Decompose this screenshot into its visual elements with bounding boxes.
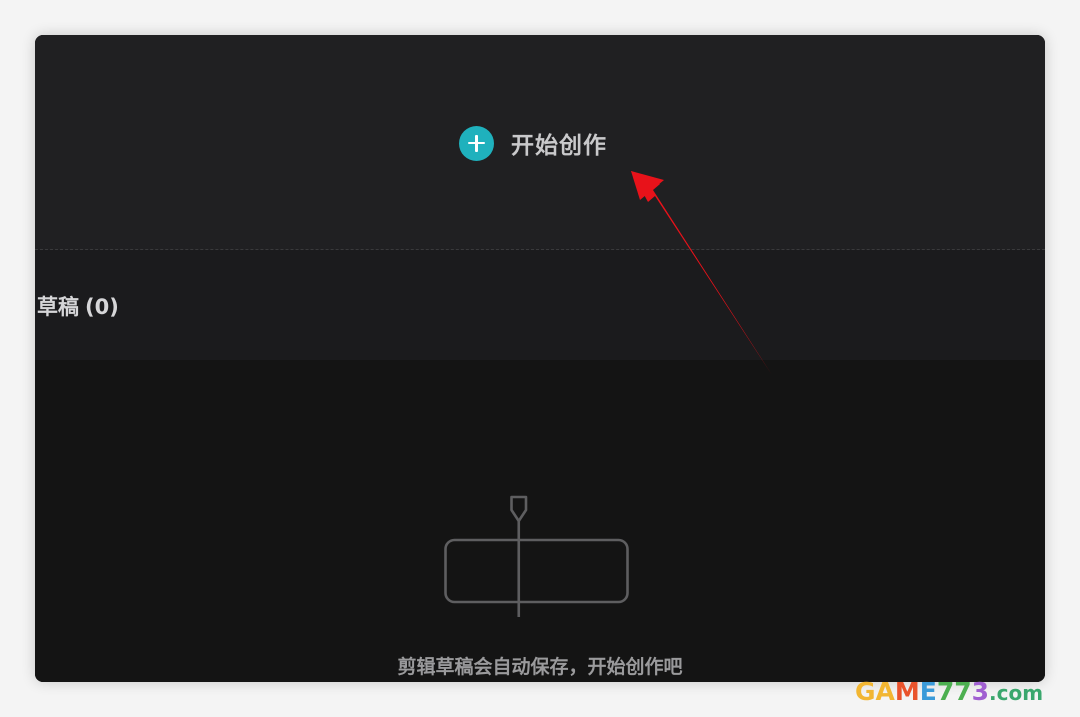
drafts-title: 草稿 (0) bbox=[37, 291, 119, 321]
watermark-domain: .com bbox=[989, 681, 1044, 705]
drafts-empty-state: 剪辑草稿会自动保存，开始创作吧 bbox=[35, 360, 1045, 682]
empty-state-message: 剪辑草稿会自动保存，开始创作吧 bbox=[397, 656, 683, 678]
drafts-header: 草稿 (0) bbox=[35, 250, 1045, 360]
drafts-count: (0) bbox=[85, 295, 119, 319]
app-window: 开始创作 草稿 (0) 剪辑草稿会自动保存，开始创作吧 bbox=[35, 35, 1045, 682]
watermark-part: M bbox=[894, 677, 920, 706]
site-watermark: GAME773.com bbox=[855, 677, 1043, 706]
watermark-part: E bbox=[919, 677, 937, 706]
drafts-title-label: 草稿 bbox=[37, 295, 79, 319]
timeline-clip-icon bbox=[444, 495, 629, 617]
plus-icon[interactable] bbox=[459, 125, 494, 161]
watermark-part: 77 bbox=[936, 677, 972, 706]
watermark-part: GA bbox=[855, 677, 895, 706]
start-create-label[interactable]: 开始创作 bbox=[511, 126, 607, 160]
watermark-part: 3 bbox=[971, 677, 990, 706]
start-create-button[interactable]: 开始创作 bbox=[459, 125, 607, 161]
create-panel: 开始创作 bbox=[35, 35, 1045, 250]
